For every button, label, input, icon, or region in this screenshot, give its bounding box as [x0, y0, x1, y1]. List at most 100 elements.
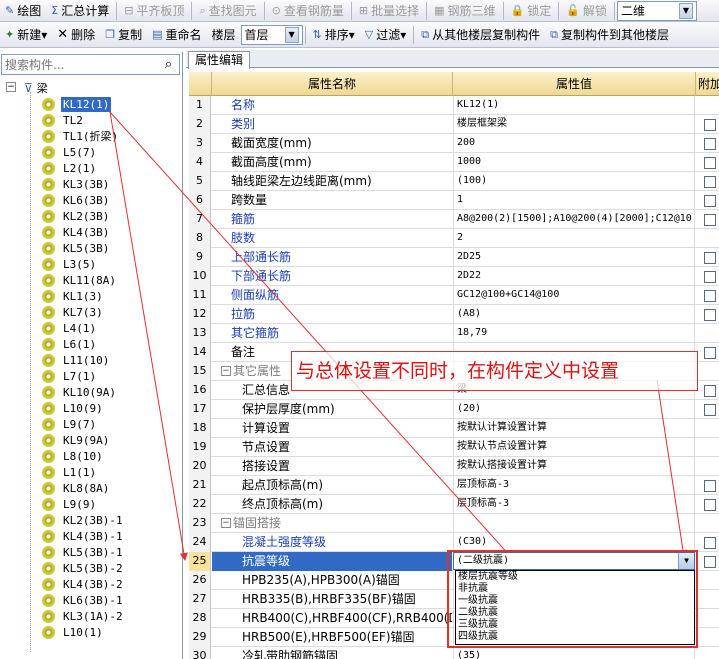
tree-item[interactable]: L2(1) [42, 160, 98, 176]
property-value[interactable]: 层顶标高-3 [453, 476, 695, 495]
tree-item[interactable]: KL2(3B)-1 [42, 512, 125, 528]
toolbar-button-rebar-3d[interactable]: ▦ 钢筋三维 [429, 1, 500, 21]
tree-item[interactable]: L3(5) [42, 256, 98, 272]
property-row[interactable]: 30 冷轧带肋钢筋锚固 (35) [189, 647, 719, 659]
property-value[interactable]: 1 [453, 191, 695, 210]
tree-item[interactable]: KL6(3B)-1 [42, 592, 125, 608]
tree-item[interactable]: KL7(3) [42, 304, 105, 320]
tree-item[interactable]: KL5(3B) [42, 240, 111, 256]
tree-item[interactable]: KL12(1) [42, 96, 112, 112]
tree-item[interactable]: L11(10) [42, 352, 111, 368]
property-value[interactable]: 2D22 [453, 267, 695, 286]
property-row[interactable]: 10 下部通长筋 2D22 [189, 267, 719, 286]
tree-root[interactable]: ⊽ 梁 [24, 80, 48, 96]
extra-checkbox[interactable] [704, 119, 716, 131]
tree-item[interactable]: TL1(折梁) [42, 128, 120, 144]
tree-item[interactable]: KL4(3B) [42, 224, 111, 240]
extra-checkbox[interactable] [704, 499, 716, 511]
property-value[interactable]: 2D25 [453, 248, 695, 267]
copy-button[interactable]: ❐ 复制 [100, 25, 147, 45]
extra-checkbox[interactable] [704, 480, 716, 492]
tree-item[interactable]: L4(1) [42, 320, 98, 336]
tree-item[interactable]: KL4(3B)-2 [42, 576, 125, 592]
property-value[interactable]: 楼层框架梁 [453, 115, 695, 134]
property-row[interactable]: 5 轴线距梁左边线距离(mm) (100) [189, 172, 719, 191]
property-row[interactable]: 21 起点顶标高(m) 层顶标高-3 [189, 476, 719, 495]
property-value[interactable]: 2 [453, 229, 695, 248]
extra-checkbox[interactable] [704, 290, 716, 302]
tree-item[interactable]: L9(7) [42, 416, 98, 432]
extra-checkbox[interactable] [704, 176, 716, 188]
rename-button[interactable]: ▤ 重命名 [147, 25, 206, 45]
property-value[interactable]: 按默认节点设置计算 [453, 438, 695, 457]
tree-item[interactable]: L8(10) [42, 448, 105, 464]
property-value[interactable]: (20) [453, 400, 695, 419]
tree-item[interactable]: KL11(8A) [42, 272, 118, 288]
extra-checkbox[interactable] [704, 404, 716, 416]
property-row[interactable]: 4 截面高度(mm) 1000 [189, 153, 719, 172]
tree-item[interactable]: L10(9) [42, 400, 105, 416]
property-value[interactable]: A8@200(2)[1500];A10@200(4)[2000];C12@10 [453, 210, 695, 229]
tree-item[interactable]: L6(1) [42, 336, 98, 352]
toolbar-button-unlock[interactable]: 🔓 解锁 [561, 1, 612, 21]
property-row[interactable]: 3 截面宽度(mm) 200 [189, 134, 719, 153]
property-row[interactable]: 23− 锚固搭接 [189, 514, 719, 533]
property-value[interactable]: GC12@100+GC14@100 [453, 286, 695, 305]
extra-checkbox[interactable] [704, 309, 716, 321]
tree-item[interactable]: KL10(9A) [42, 384, 118, 400]
property-row[interactable]: 22 终点顶标高(m) 层顶标高-3 [189, 495, 719, 514]
floor-select[interactable]: 首层 ▼ [240, 24, 303, 45]
property-row[interactable]: 8 肢数 2 [189, 229, 719, 248]
property-value[interactable]: 18,79 [453, 324, 695, 343]
extra-checkbox[interactable] [704, 138, 716, 150]
tab-property-edit[interactable]: 属性编辑 [188, 51, 251, 69]
toolbar-button-batch-select[interactable]: ⊞ 批量选择 [354, 1, 424, 21]
property-value[interactable]: 1000 [453, 153, 695, 172]
property-row[interactable]: 1 名称 KL12(1) [189, 96, 719, 115]
sort-button[interactable]: ⇅ 排序 ▾ [308, 25, 360, 45]
tree-item[interactable]: KL9(9A) [42, 432, 111, 448]
tree-item[interactable]: L7(1) [42, 368, 98, 384]
toolbar-button-align[interactable]: ⊟ 平齐板顶 [119, 1, 189, 21]
extra-checkbox[interactable] [704, 195, 716, 207]
tree-item[interactable]: L10(1) [42, 624, 105, 640]
delete-button[interactable]: ✕ 删除 [52, 25, 100, 45]
property-row[interactable]: 19 节点设置 按默认节点设置计算 [189, 438, 719, 457]
tree-item[interactable]: KL2(3B) [42, 208, 111, 224]
tree-item[interactable]: KL5(3B)-2 [42, 560, 125, 576]
tree-item[interactable]: KL4(3B)-1 [42, 528, 125, 544]
extra-checkbox[interactable] [704, 157, 716, 169]
toolbar-button-draw[interactable]: ✎ 绘图 [0, 1, 46, 21]
property-value[interactable]: (A8) [453, 305, 695, 324]
toolbar-button-sigma[interactable]: Σ 汇总计算 [46, 1, 114, 21]
property-value[interactable]: (100) [453, 172, 695, 191]
copy-from-floor-button[interactable]: ⧉ 从其他楼层复制构件 [416, 25, 545, 45]
property-row[interactable]: 12 拉筋 (A8) [189, 305, 719, 324]
property-row[interactable]: 13 其它箍筋 18,79 [189, 324, 719, 343]
property-row[interactable]: 20 搭接设置 按默认搭接设置计算 [189, 457, 719, 476]
property-row[interactable]: 18 计算设置 按默认计算设置计算 [189, 419, 719, 438]
extra-checkbox[interactable] [704, 556, 716, 568]
extra-checkbox[interactable] [704, 385, 716, 397]
tree-item[interactable]: KL5(3B)-1 [42, 544, 125, 560]
tree-item[interactable]: KL8(8A) [42, 480, 111, 496]
search-icon[interactable]: ⌕ [160, 56, 177, 73]
filter-button[interactable]: ▽ 过滤 ▾ [360, 25, 412, 45]
tree-item[interactable]: L1(1) [42, 464, 98, 480]
copy-to-floor-button[interactable]: ⧉ 复制构件到其他楼层 [545, 25, 674, 45]
tree-item[interactable]: KL1(3) [42, 288, 105, 304]
property-value[interactable]: 200 [453, 134, 695, 153]
toolbar-button-find[interactable]: ⌕ 查找图元 [194, 1, 261, 21]
tree-item[interactable]: KL6(3B) [42, 192, 111, 208]
search-input[interactable] [2, 55, 152, 74]
tree-item[interactable]: L5(7) [42, 144, 98, 160]
property-value[interactable]: 按默认计算设置计算 [453, 419, 695, 438]
extra-checkbox[interactable] [704, 537, 716, 549]
property-row[interactable]: 6 跨数量 1 [189, 191, 719, 210]
property-row[interactable]: 11 侧面纵筋 GC12@100+GC14@100 [189, 286, 719, 305]
property-value[interactable] [453, 514, 695, 533]
tree-item[interactable]: L9(9) [42, 496, 98, 512]
tree-item[interactable]: TL2 [42, 112, 85, 128]
view-mode-select[interactable]: 二维 ▼ [616, 0, 697, 21]
property-row[interactable]: 9 上部通长筋 2D25 [189, 248, 719, 267]
